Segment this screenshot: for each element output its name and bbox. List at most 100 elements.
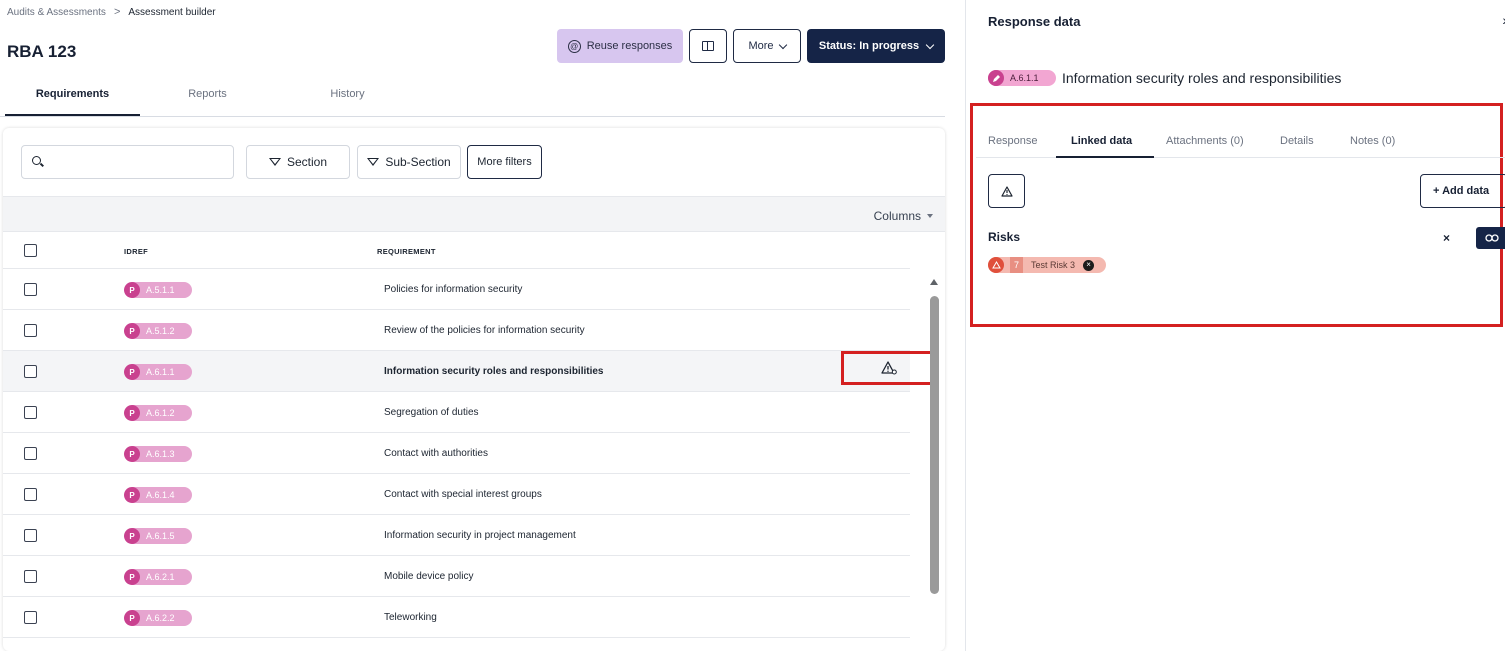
row-checkbox[interactable] (24, 447, 37, 460)
requirement-text: Contact with authorities (384, 448, 488, 459)
book-icon (702, 41, 714, 51)
table-header: IDREF REQUIREMENT (3, 232, 910, 269)
columns-label: Columns (873, 209, 921, 223)
tab-details[interactable]: Details (1280, 135, 1314, 147)
requirement-text: Review of the policies for information s… (384, 325, 585, 336)
tab-notes[interactable]: Notes (0) (1350, 135, 1395, 147)
section-filter-label: Section (286, 155, 328, 169)
risk-filter-button[interactable] (988, 174, 1025, 208)
table-row[interactable]: P A.5.1.2 Review of the policies for info… (3, 310, 910, 351)
requirement-text: Segregation of duties (384, 407, 479, 418)
linked-risk-button[interactable] (841, 351, 937, 385)
risk-score: 7 (1010, 257, 1024, 273)
more-button[interactable]: More (733, 29, 801, 63)
requirement-text: Information security roles and responsib… (384, 366, 604, 377)
reuse-responses-label: Reuse responses (586, 40, 673, 52)
breadcrumb-parent-link[interactable]: Audits & Assessments (7, 7, 106, 18)
table-row[interactable]: P A.6.1.3 Contact with authorities (3, 433, 910, 474)
panel-tabs: Response Linked data Attachments (0) Det… (976, 128, 1505, 158)
scroll-up-icon[interactable] (930, 279, 938, 285)
column-header-requirement[interactable]: REQUIREMENT (377, 247, 436, 256)
idref-text: A.5.1.2 (146, 326, 175, 336)
idref-badge: P A.6.1.3 (124, 446, 192, 462)
linked-risk-chip[interactable]: 7 Test Risk 3 × (988, 257, 1106, 273)
idref-badge: P A.6.2.2 (124, 610, 192, 626)
select-all-checkbox[interactable] (24, 244, 37, 257)
breadcrumb-separator: > (113, 6, 121, 18)
add-data-button[interactable]: + Add data (1420, 174, 1505, 208)
columns-bar: Columns (3, 196, 945, 232)
more-filters-button[interactable]: More filters (467, 145, 542, 179)
table-row[interactable]: P A.6.1.2 Segregation of duties (3, 392, 910, 433)
row-checkbox[interactable] (24, 529, 37, 542)
tab-response[interactable]: Response (988, 135, 1038, 147)
row-checkbox[interactable] (24, 406, 37, 419)
active-tab-indicator (5, 114, 140, 116)
active-tab-indicator (1056, 156, 1154, 158)
tab-requirements[interactable]: Requirements (5, 88, 140, 100)
filter-icon (268, 158, 281, 166)
row-checkbox[interactable] (24, 324, 37, 337)
tab-linked-data[interactable]: Linked data (1071, 135, 1132, 147)
subsection-filter-button[interactable]: Sub-Section (357, 145, 461, 179)
reuse-icon: @ (567, 39, 581, 53)
search-box[interactable] (21, 145, 234, 179)
badge-letter: P (124, 282, 140, 298)
idref-badge: A.6.1.1 (988, 70, 1056, 86)
table-row[interactable]: P A.6.2.1 Mobile device policy (3, 556, 910, 597)
chevron-down-icon (925, 40, 935, 49)
requirements-table-body: P A.5.1.1 Policies for information securi… (3, 269, 937, 638)
status-button[interactable]: Status: In progress (807, 29, 945, 63)
link-icon (1485, 234, 1499, 242)
row-checkbox[interactable] (24, 570, 37, 583)
row-checkbox[interactable] (24, 365, 37, 378)
column-header-idref[interactable]: IDREF (124, 247, 148, 256)
scrollbar-thumb[interactable] (930, 296, 939, 594)
clear-risks-button[interactable]: × (1443, 231, 1450, 245)
filter-bar: Section Sub-Section More filters (3, 128, 945, 196)
idref-badge: P A.6.1.2 (124, 405, 192, 421)
subsection-filter-label: Sub-Section (385, 155, 451, 169)
idref-badge: P A.6.2.1 (124, 569, 192, 585)
tab-reports[interactable]: Reports (150, 88, 265, 100)
remove-risk-icon[interactable]: × (1083, 259, 1095, 271)
table-row[interactable]: P A.5.1.1 Policies for information securi… (3, 269, 910, 310)
link-risk-button[interactable] (1476, 227, 1505, 249)
idref-text: A.5.1.1 (146, 285, 175, 295)
table-row[interactable]: P A.6.1.5 Information security in project… (3, 515, 910, 556)
idref-text: A.6.2.2 (146, 613, 175, 623)
linked-data-section: Response Linked data Attachments (0) Det… (970, 103, 1505, 327)
table-row[interactable]: P A.6.1.4 Contact with special interest g… (3, 474, 910, 515)
idref-text: A.6.2.1 (146, 572, 175, 582)
table-scrollbar[interactable] (927, 269, 941, 649)
tab-history[interactable]: History (290, 88, 405, 100)
badge-letter: P (124, 364, 140, 380)
caret-down-icon (927, 214, 933, 218)
idref-text: A.6.1.3 (146, 449, 175, 459)
table-row[interactable]: P A.6.2.2 Teleworking (3, 597, 910, 638)
badge-letter: P (124, 569, 140, 585)
requirement-text: Information security in project manageme… (384, 530, 576, 541)
chevron-down-icon (778, 40, 787, 49)
idref-badge: P A.6.1.1 (124, 364, 192, 380)
requirement-text: Teleworking (384, 612, 437, 623)
badge-letter: P (124, 487, 140, 503)
row-checkbox[interactable] (24, 488, 37, 501)
columns-button[interactable]: Columns (874, 209, 933, 223)
warning-link-icon (881, 361, 897, 375)
badge-letter: P (124, 446, 140, 462)
breadcrumb-current: Assessment builder (128, 6, 216, 18)
badge-letter: P (124, 323, 140, 339)
badge-letter: P (124, 528, 140, 544)
section-filter-button[interactable]: Section (246, 145, 350, 179)
reuse-responses-button[interactable]: @ Reuse responses (557, 29, 683, 63)
row-checkbox[interactable] (24, 283, 37, 296)
table-row-selected[interactable]: P A.6.1.1 Information security roles and … (3, 351, 937, 392)
requirements-card: Section Sub-Section More filters Columns… (3, 128, 945, 651)
risk-warning-icon (988, 257, 1004, 273)
search-input[interactable] (48, 152, 228, 172)
tab-attachments[interactable]: Attachments (0) (1166, 135, 1244, 147)
row-checkbox[interactable] (24, 611, 37, 624)
guide-button[interactable] (689, 29, 727, 63)
search-icon (32, 156, 41, 165)
